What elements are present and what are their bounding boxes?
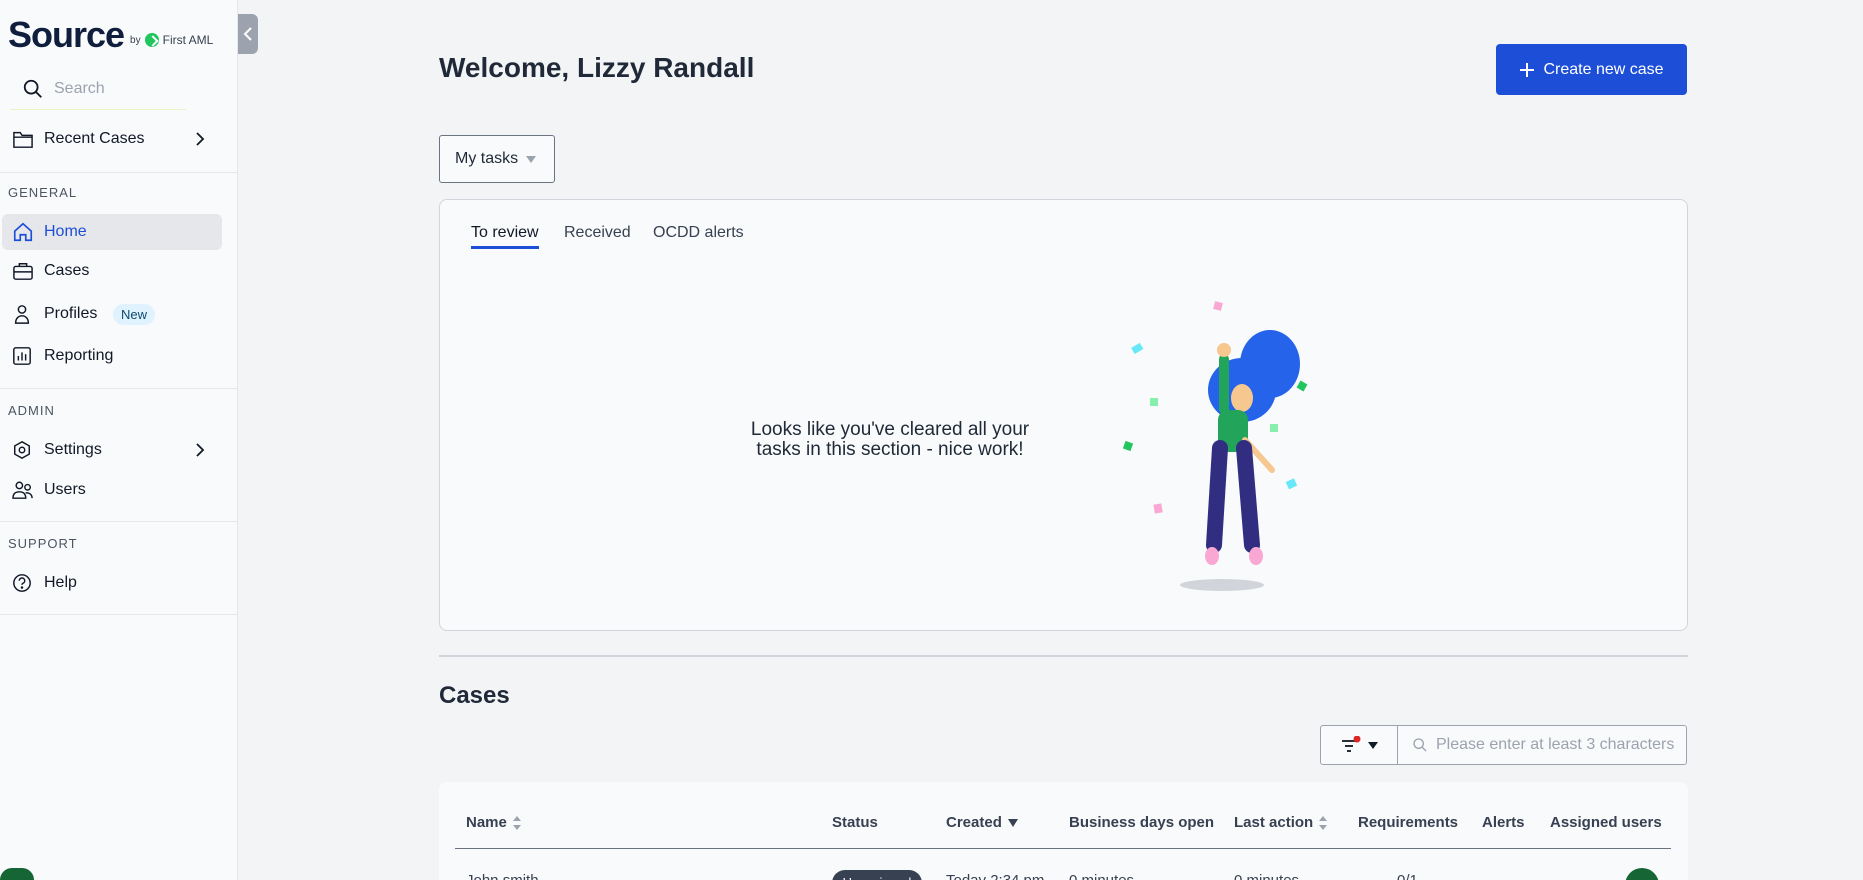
tasks-filter-dropdown[interactable]: My tasks [439, 135, 555, 183]
person-icon [12, 303, 32, 325]
page-title: Welcome, Lizzy Randall [439, 52, 755, 83]
filter-icon [1342, 736, 1361, 752]
chart-icon [12, 346, 32, 366]
brand-logo[interactable]: Source by First AML [8, 14, 213, 56]
sidebar: Source by First AML Recent Cases GENERAL… [0, 0, 238, 880]
sidebar-item-label: Home [44, 223, 87, 240]
cases-section-title: Cases [439, 682, 510, 709]
sidebar-item-label: Help [44, 574, 77, 591]
search-icon [1413, 738, 1427, 752]
caret-down-icon [1368, 741, 1378, 749]
empty-state-line-2: tasks in this section - nice work! [756, 439, 1024, 460]
column-header-business-days-open[interactable]: Business days open [1069, 814, 1214, 831]
case-search-input[interactable] [1436, 736, 1686, 754]
assigned-user-avatar[interactable]: LR [1625, 868, 1659, 880]
create-button-label: Create new case [1543, 60, 1664, 78]
column-header-status[interactable]: Status [832, 814, 878, 831]
row-name[interactable]: John smith [466, 872, 539, 880]
sidebar-divider [0, 521, 238, 522]
column-header-assigned-users[interactable]: Assigned users [1550, 814, 1662, 831]
sidebar-item-profiles[interactable]: Profiles New [0, 303, 238, 325]
search-icon [23, 79, 42, 98]
chevron-right-icon [193, 442, 207, 458]
cases-table: Name Status Created Business days open L… [439, 782, 1688, 880]
sidebar-divider [0, 172, 238, 173]
chevron-left-icon [243, 27, 252, 41]
column-label: Assigned users [1550, 814, 1662, 831]
column-label: Business days open [1069, 814, 1215, 831]
plus-icon [1520, 62, 1535, 77]
section-heading-admin: ADMIN [8, 403, 55, 418]
sort-icon [1319, 815, 1328, 830]
empty-state-message: Looks like you've cleared all your tasks… [720, 420, 1060, 460]
case-search [1397, 725, 1687, 765]
help-icon [12, 573, 32, 593]
sidebar-item-users[interactable]: Users [0, 479, 238, 501]
sort-icon [512, 815, 521, 830]
sidebar-item-label: Settings [44, 441, 102, 458]
tab-ocdd-alerts[interactable]: OCDD alerts [653, 224, 744, 242]
sidebar-item-label: Users [44, 481, 86, 498]
tab-to-review[interactable]: To review [471, 224, 539, 249]
row-created: Today 2:34 pm [946, 872, 1044, 880]
filter-button[interactable] [1320, 725, 1398, 765]
sidebar-search [10, 68, 186, 110]
column-label: Alerts [1482, 814, 1525, 831]
gear-icon [12, 440, 32, 460]
column-label: Created [946, 814, 1002, 831]
table-header-divider [455, 848, 1671, 849]
briefcase-icon [12, 261, 34, 281]
tab-received[interactable]: Received [564, 224, 631, 242]
brand-company: First AML [162, 33, 214, 47]
sidebar-item-label: Profiles [44, 305, 98, 322]
column-header-last-action[interactable]: Last action [1234, 814, 1328, 831]
row-requirements: 0/1 [1397, 872, 1418, 880]
column-header-created[interactable]: Created [946, 814, 1018, 831]
tasks-panel: To review Received OCDD alerts Looks lik… [439, 199, 1688, 631]
sidebar-item-recent-cases[interactable]: Recent Cases [0, 126, 238, 152]
home-icon [12, 221, 34, 243]
sidebar-divider [0, 614, 238, 615]
brand-by: by [130, 34, 141, 46]
sidebar-divider [0, 388, 238, 389]
column-label: Last action [1234, 814, 1314, 831]
create-new-case-button[interactable]: Create new case [1496, 44, 1687, 95]
search-input[interactable] [54, 79, 184, 98]
sidebar-item-label: Recent Cases [44, 130, 145, 147]
sidebar-item-home[interactable]: Home [2, 214, 222, 250]
column-label: Name [466, 814, 507, 831]
column-label: Status [832, 814, 878, 831]
column-header-requirements[interactable]: Requirements [1358, 814, 1458, 831]
sidebar-item-settings[interactable]: Settings [0, 439, 238, 461]
column-header-name[interactable]: Name [466, 814, 521, 831]
collapse-sidebar-button[interactable] [238, 14, 258, 54]
sidebar-item-cases[interactable]: Cases [0, 260, 238, 282]
status-badge: Unassigned [832, 870, 922, 880]
celebration-illustration [1122, 301, 1308, 591]
column-label: Requirements [1358, 814, 1459, 831]
users-icon [12, 480, 34, 500]
brand-name: Source [8, 14, 125, 55]
new-badge: New [113, 303, 156, 325]
user-avatar[interactable] [0, 868, 34, 880]
dropdown-value: My tasks [455, 150, 519, 167]
section-heading-general: GENERAL [8, 185, 78, 200]
section-divider [439, 655, 1688, 657]
sidebar-item-reporting[interactable]: Reporting [0, 345, 238, 367]
sort-desc-icon [1007, 818, 1018, 827]
column-header-alerts[interactable]: Alerts [1482, 814, 1525, 831]
row-last-action: 0 minutes [1234, 872, 1299, 880]
folder-icon [12, 129, 34, 149]
sidebar-item-label: Cases [44, 262, 90, 279]
caret-down-icon [526, 155, 537, 163]
sidebar-item-help[interactable]: Help [0, 572, 238, 594]
sidebar-item-label: Reporting [44, 347, 114, 364]
chevron-right-icon [193, 131, 207, 147]
empty-state-line-1: Looks like you've cleared all your [750, 419, 1030, 440]
section-heading-support: SUPPORT [8, 536, 78, 551]
row-days-open: 0 minutes [1069, 872, 1134, 880]
first-aml-icon [144, 33, 159, 47]
